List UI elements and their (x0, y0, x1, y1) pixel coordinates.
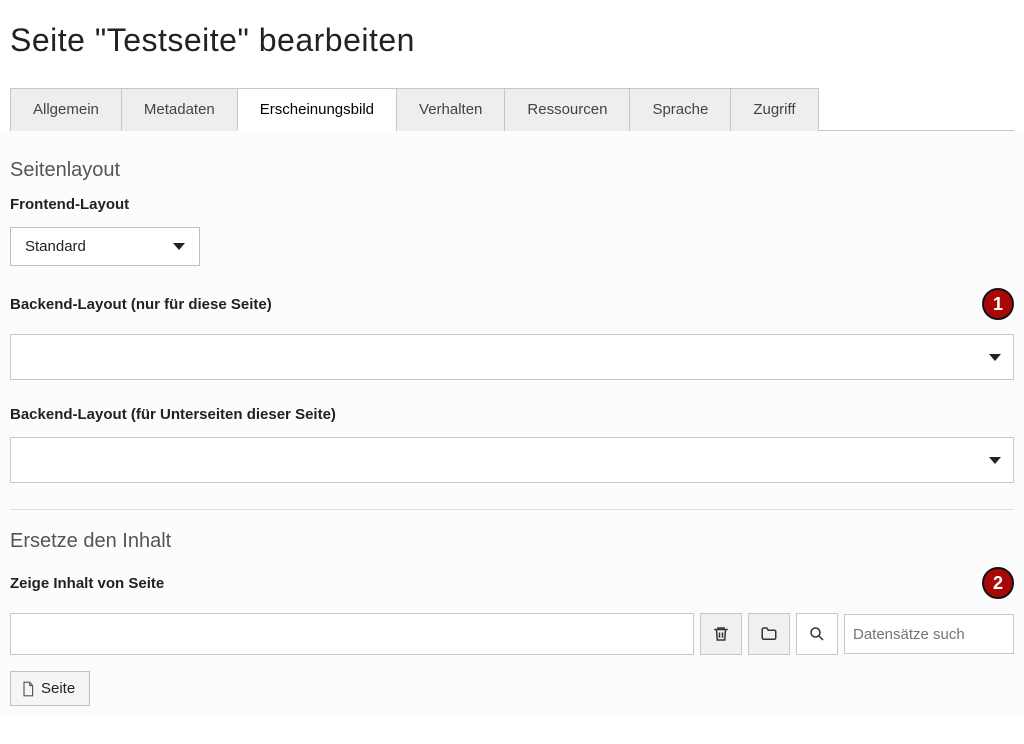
chevron-down-icon (989, 457, 1001, 464)
tab-zugriff[interactable]: Zugriff (730, 88, 818, 131)
page-icon (21, 681, 35, 697)
backend-layout-sub-select[interactable] (10, 437, 1014, 483)
records-search-input[interactable] (844, 614, 1014, 654)
page-type-button[interactable]: Seite (10, 671, 90, 706)
search-button[interactable] (796, 613, 838, 655)
tab-erscheinungsbild[interactable]: Erscheinungsbild (237, 88, 397, 131)
label-backend-layout-sub: Backend-Layout (für Unterseiten dieser S… (10, 406, 1014, 423)
tab-ressourcen[interactable]: Ressourcen (504, 88, 630, 131)
browse-button[interactable] (748, 613, 790, 655)
folder-icon (760, 625, 778, 643)
callout-badge-1: 1 (982, 288, 1014, 320)
chevron-down-icon (989, 354, 1001, 361)
frontend-layout-select[interactable]: Standard (10, 227, 200, 266)
tab-metadaten[interactable]: Metadaten (121, 88, 238, 131)
label-show-content-from: Zeige Inhalt von Seite (10, 575, 164, 592)
section-heading-replace: Ersetze den Inhalt (10, 530, 1014, 553)
content-from-page-field[interactable] (10, 613, 694, 655)
tab-allgemein[interactable]: Allgemein (10, 88, 122, 131)
page-title: Seite "Testseite" bearbeiten (0, 0, 1024, 67)
page-type-label: Seite (41, 680, 75, 697)
label-frontend-layout: Frontend-Layout (10, 196, 1014, 213)
tab-bar: Allgemein Metadaten Erscheinungsbild Ver… (10, 87, 1014, 131)
chevron-down-icon (173, 243, 185, 250)
delete-button[interactable] (700, 613, 742, 655)
label-backend-layout-this: Backend-Layout (nur für diese Seite) (10, 296, 272, 313)
search-icon (808, 625, 826, 643)
section-heading-layout: Seitenlayout (10, 159, 1014, 182)
frontend-layout-value: Standard (25, 238, 86, 255)
tab-sprache[interactable]: Sprache (629, 88, 731, 131)
callout-badge-2: 2 (982, 567, 1014, 599)
trash-icon (712, 625, 730, 643)
divider (10, 509, 1014, 510)
tab-verhalten[interactable]: Verhalten (396, 88, 505, 131)
backend-layout-this-select[interactable] (10, 334, 1014, 380)
